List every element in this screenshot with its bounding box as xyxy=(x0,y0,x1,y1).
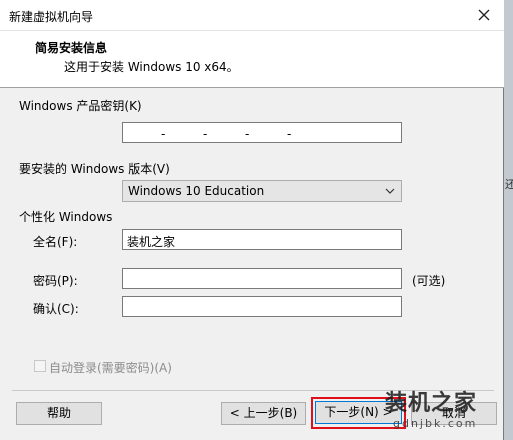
chevron-down-icon xyxy=(385,188,395,194)
product-key-input[interactable]: - - - - xyxy=(122,122,402,143)
product-key-dash: - xyxy=(161,127,166,141)
edition-selected-value: Windows 10 Education xyxy=(128,184,265,198)
title-bar: 新建虚拟机向导 xyxy=(0,0,504,31)
header-title: 简易安装信息 xyxy=(35,41,108,55)
confirm-label: 确认(C): xyxy=(33,302,79,316)
background-window-text: 还 xyxy=(505,178,513,191)
personalize-label: 个性化 Windows xyxy=(19,210,113,224)
edition-label: 要安装的 Windows 版本(V) xyxy=(19,162,170,176)
password-label: 密码(P): xyxy=(33,274,78,288)
new-vm-wizard-dialog: 新建虚拟机向导 简易安装信息 这用于安装 Windows 10 x64。 Win… xyxy=(0,0,504,440)
product-key-label: Windows 产品密钥(K) xyxy=(19,99,142,113)
confirm-password-input[interactable] xyxy=(122,296,402,317)
product-key-dash: - xyxy=(245,127,250,141)
help-button[interactable]: 帮助 xyxy=(16,402,102,425)
fullname-value: 装机之家 xyxy=(127,235,176,249)
product-key-dash: - xyxy=(203,127,208,141)
close-button[interactable] xyxy=(464,0,504,30)
back-button[interactable]: < 上一步(B) xyxy=(221,402,306,425)
edition-select[interactable]: Windows 10 Education xyxy=(122,180,402,202)
optional-note: (可选) xyxy=(412,274,446,288)
wizard-header: 简易安装信息 这用于安装 Windows 10 x64。 xyxy=(0,31,504,88)
autologin-checkbox[interactable] xyxy=(34,360,46,372)
fullname-input[interactable]: 装机之家 xyxy=(122,229,402,250)
watermark-url: gdnjbk.com xyxy=(393,417,478,430)
fullname-label: 全名(F): xyxy=(33,235,78,249)
background-window-edge xyxy=(504,0,513,440)
autologin-label: 自动登录(需要密码)(A) xyxy=(49,361,172,375)
watermark-title: 装机之家 xyxy=(385,391,478,416)
password-input[interactable] xyxy=(122,268,402,289)
watermark-logo: 装机之家 gdnjbk.com xyxy=(383,385,501,440)
header-subtitle: 这用于安装 Windows 10 x64。 xyxy=(64,60,239,74)
product-key-dash: - xyxy=(287,127,292,141)
close-icon xyxy=(478,9,490,21)
window-title: 新建虚拟机向导 xyxy=(9,10,94,24)
